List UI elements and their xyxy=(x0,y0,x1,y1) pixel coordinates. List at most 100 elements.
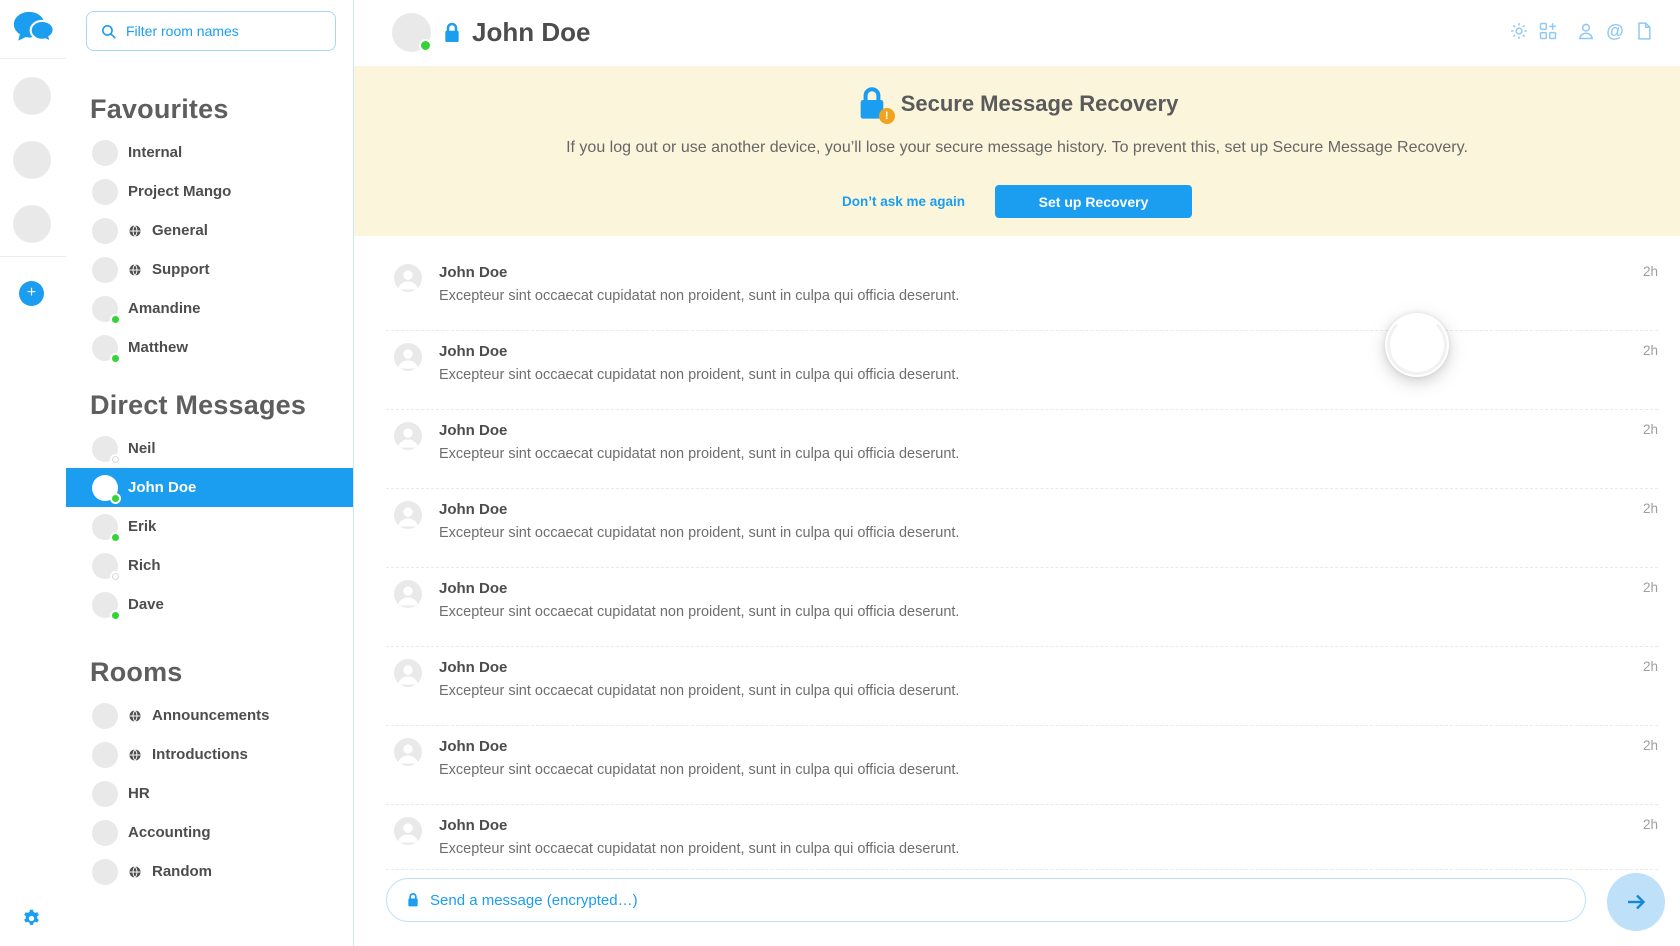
sidebar-item-hr[interactable]: HR xyxy=(66,774,353,813)
room-avatar xyxy=(92,475,118,501)
room-avatar xyxy=(92,140,118,166)
room-label: Rich xyxy=(128,557,161,574)
message-row: John Doe Excepteur sint occaecat cupidat… xyxy=(386,647,1658,726)
sidebar-item-internal[interactable]: Internal xyxy=(66,133,353,172)
filter-room-names-input[interactable] xyxy=(126,23,335,39)
room-label: Amandine xyxy=(128,300,201,317)
sidebar-item-john-doe[interactable]: John Doe xyxy=(66,468,353,507)
message-input[interactable] xyxy=(430,892,1585,909)
presence-dot xyxy=(110,571,121,582)
sidebar-item-project-mango[interactable]: Project Mango xyxy=(66,172,353,211)
room-label: Internal xyxy=(128,144,182,161)
sidebar-item-dave[interactable]: Dave xyxy=(66,585,353,624)
dont-ask-again-link[interactable]: Don’t ask me again xyxy=(842,194,965,209)
sidebar-sections: Favourites Internal Project Mango Genera… xyxy=(66,51,353,891)
presence-dot xyxy=(110,532,121,543)
sidebar-item-support[interactable]: Support xyxy=(66,250,353,289)
message-input-wrap[interactable] xyxy=(386,878,1586,922)
message-row: John Doe Excepteur sint occaecat cupidat… xyxy=(386,252,1658,331)
room-avatar xyxy=(92,742,118,768)
add-space-button[interactable]: + xyxy=(19,281,44,306)
secure-recovery-banner: ! Secure Message Recovery If you log out… xyxy=(354,66,1680,236)
room-avatar xyxy=(92,592,118,618)
room-label: HR xyxy=(128,785,150,802)
set-up-recovery-button[interactable]: Set up Recovery xyxy=(995,185,1192,218)
room-settings-gear-icon[interactable] xyxy=(1509,21,1529,41)
room-avatar xyxy=(92,820,118,846)
presence-dot xyxy=(419,39,432,52)
presence-dot xyxy=(110,454,121,465)
room-avatar xyxy=(92,781,118,807)
sender-avatar xyxy=(394,659,422,687)
sidebar-section-rooms: Rooms Announcements Introductions HR xyxy=(66,656,353,891)
room-sidebar: Favourites Internal Project Mango Genera… xyxy=(66,0,354,946)
room-avatar xyxy=(92,257,118,283)
room-avatar xyxy=(92,436,118,462)
settings-gear-icon[interactable] xyxy=(21,908,42,929)
message-row: John Doe Excepteur sint occaecat cupidat… xyxy=(386,331,1658,410)
globe-icon xyxy=(128,263,142,277)
message-timestamp: 2h xyxy=(1643,659,1658,674)
sender-name: John Doe xyxy=(439,580,1658,598)
sidebar-item-rich[interactable]: Rich xyxy=(66,546,353,585)
space-avatar[interactable] xyxy=(13,77,51,115)
sender-name: John Doe xyxy=(439,343,1658,361)
room-avatar xyxy=(92,218,118,244)
sender-avatar xyxy=(394,343,422,371)
room-label: General xyxy=(152,222,208,239)
message-row: John Doe Excepteur sint occaecat cupidat… xyxy=(386,726,1658,805)
message-text: Excepteur sint occaecat cupidatat non pr… xyxy=(439,287,1658,305)
space-avatar[interactable] xyxy=(13,141,51,179)
room-avatar xyxy=(92,553,118,579)
sender-avatar xyxy=(394,422,422,450)
sidebar-item-amandine[interactable]: Amandine xyxy=(66,289,353,328)
room-avatar xyxy=(92,514,118,540)
message-row: John Doe Excepteur sint occaecat cupidat… xyxy=(386,410,1658,489)
sender-name: John Doe xyxy=(439,264,1658,282)
add-apps-icon[interactable] xyxy=(1538,21,1558,41)
room-label: Project Mango xyxy=(128,183,231,200)
composer-bar xyxy=(354,869,1680,946)
message-text: Excepteur sint occaecat cupidatat non pr… xyxy=(439,445,1658,463)
globe-icon xyxy=(128,865,142,879)
room-avatar xyxy=(92,859,118,885)
message-timestamp: 2h xyxy=(1643,343,1658,358)
sidebar-item-introductions[interactable]: Introductions xyxy=(66,735,353,774)
space-avatar[interactable] xyxy=(13,205,51,243)
files-icon[interactable] xyxy=(1634,21,1654,41)
sender-name: John Doe xyxy=(439,738,1658,756)
encrypted-lock-icon xyxy=(406,892,420,908)
search-icon xyxy=(100,23,117,40)
message-timestamp: 2h xyxy=(1643,817,1658,832)
message-text: Excepteur sint occaecat cupidatat non pr… xyxy=(439,603,1658,621)
room-label: Introductions xyxy=(152,746,248,763)
arrow-right-icon xyxy=(1624,890,1648,914)
app-logo-chat-bubbles-icon[interactable] xyxy=(11,9,57,49)
sender-name: John Doe xyxy=(439,422,1658,440)
encrypted-lock-icon xyxy=(442,22,462,44)
message-timestamp: 2h xyxy=(1643,501,1658,516)
room-avatar xyxy=(92,703,118,729)
sidebar-item-accounting[interactable]: Accounting xyxy=(66,813,353,852)
space-rail: + xyxy=(0,0,66,946)
filter-rooms-search[interactable] xyxy=(86,11,336,51)
sidebar-item-announcements[interactable]: Announcements xyxy=(66,696,353,735)
send-button[interactable] xyxy=(1607,873,1665,931)
mentions-icon[interactable]: @ xyxy=(1605,21,1625,41)
user-info-icon[interactable] xyxy=(1576,21,1596,41)
presence-dot xyxy=(110,314,121,325)
message-text: Excepteur sint occaecat cupidatat non pr… xyxy=(439,524,1658,542)
message-list: John Doe Excepteur sint occaecat cupidat… xyxy=(354,236,1680,869)
room-label: Announcements xyxy=(152,707,270,724)
sidebar-item-matthew[interactable]: Matthew xyxy=(66,328,353,367)
sidebar-item-neil[interactable]: Neil xyxy=(66,429,353,468)
sidebar-item-erik[interactable]: Erik xyxy=(66,507,353,546)
room-avatar xyxy=(92,335,118,361)
message-timestamp: 2h xyxy=(1643,264,1658,279)
sidebar-item-random[interactable]: Random xyxy=(66,852,353,891)
room-avatar xyxy=(92,296,118,322)
presence-dot xyxy=(110,353,121,364)
sidebar-item-general[interactable]: General xyxy=(66,211,353,250)
sender-name: John Doe xyxy=(439,817,1658,835)
presence-dot xyxy=(110,493,121,504)
